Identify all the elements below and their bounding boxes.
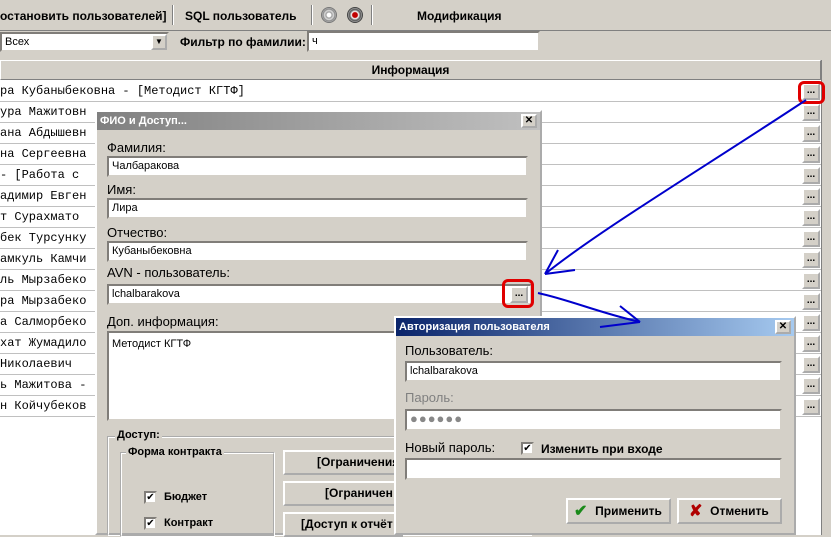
annotation-arrows bbox=[537, 99, 807, 328]
arrow-line bbox=[544, 99, 807, 275]
arrow-line bbox=[537, 292, 641, 323]
